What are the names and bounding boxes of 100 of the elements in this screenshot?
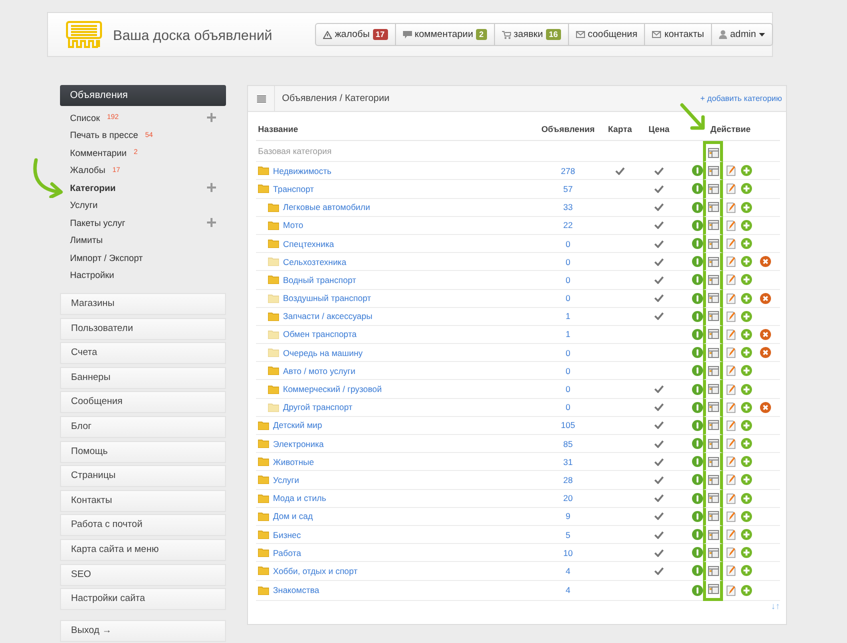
add-icon[interactable] — [741, 274, 752, 286]
add-icon[interactable] — [741, 238, 752, 250]
nav-button[interactable]: жалобы 17 — [316, 24, 395, 45]
edit-icon[interactable] — [726, 220, 737, 231]
table-icon[interactable] — [708, 220, 718, 230]
sidebar-link[interactable]: Категории — [70, 182, 116, 193]
add-icon[interactable] — [741, 202, 752, 213]
edit-icon[interactable] — [726, 384, 737, 395]
add-icon[interactable] — [741, 492, 752, 504]
listing-count[interactable]: 0 — [566, 238, 570, 249]
add-icon[interactable] — [741, 529, 752, 540]
table-icon[interactable] — [708, 530, 718, 540]
table-icon[interactable] — [708, 511, 718, 522]
edit-icon[interactable] — [726, 510, 737, 522]
category-link[interactable]: Детский мир — [273, 420, 322, 430]
table-icon[interactable] — [708, 274, 718, 285]
add-icon[interactable] — [741, 565, 752, 576]
table-icon[interactable] — [708, 474, 718, 485]
edit-icon[interactable] — [726, 474, 737, 486]
info-icon[interactable] — [692, 474, 703, 486]
add-icon[interactable] — [741, 474, 752, 486]
table-icon[interactable] — [708, 384, 718, 394]
info-icon[interactable] — [692, 165, 703, 176]
add-icon[interactable] — [741, 510, 752, 522]
edit-icon[interactable] — [726, 547, 737, 558]
category-link[interactable]: Авто / мото услуги — [283, 366, 356, 376]
table-icon[interactable] — [708, 548, 718, 558]
category-link[interactable]: Спецтехника — [283, 238, 334, 249]
listing-count[interactable]: 9 — [566, 511, 570, 522]
add-icon[interactable] — [741, 384, 752, 395]
info-icon[interactable] — [692, 310, 703, 322]
sidebar-menu-item[interactable]: Сообщения — [60, 391, 226, 414]
table-icon[interactable] — [708, 311, 718, 322]
edit-icon[interactable] — [726, 438, 737, 450]
listing-count[interactable]: 10 — [563, 548, 573, 558]
edit-icon[interactable] — [726, 310, 737, 322]
listing-count[interactable]: 5 — [566, 530, 570, 540]
table-icon[interactable] — [708, 438, 718, 449]
add-icon[interactable] — [741, 420, 752, 431]
edit-icon[interactable] — [726, 365, 737, 376]
table-icon[interactable] — [708, 148, 718, 158]
category-link[interactable]: Запчасти / аксессуары — [283, 311, 372, 322]
add-icon[interactable] — [741, 365, 752, 376]
listing-count[interactable]: 20 — [563, 493, 573, 504]
info-icon[interactable] — [692, 584, 703, 596]
sidebar-menu-item[interactable]: Карта сайта и меню — [60, 538, 226, 561]
edit-icon[interactable] — [726, 529, 737, 540]
info-icon[interactable] — [692, 238, 703, 250]
listing-count[interactable]: 31 — [563, 456, 573, 467]
add-category-link[interactable]: + добавить категорию — [700, 94, 782, 103]
table-icon[interactable] — [708, 456, 718, 467]
sidebar-menu-item[interactable]: Пользователи — [60, 318, 226, 340]
sidebar-menu-item[interactable]: Счета — [60, 342, 226, 364]
nav-button[interactable]: admin — [711, 24, 772, 45]
category-link[interactable]: Мото — [283, 220, 304, 230]
listing-count[interactable]: 278 — [560, 166, 576, 176]
sidebar-menu-item[interactable]: Магазины — [60, 293, 226, 315]
info-icon[interactable] — [692, 202, 703, 213]
sidebar-menu-item[interactable]: Баннеры — [60, 366, 226, 389]
add-icon[interactable] — [741, 310, 752, 322]
add-icon[interactable] — [741, 584, 752, 596]
sidebar-menu-item[interactable]: Настройки сайта — [60, 588, 226, 610]
sidebar-link[interactable]: Печать в прессе — [70, 130, 138, 140]
category-link[interactable]: Дом и сад — [273, 511, 313, 522]
info-icon[interactable] — [692, 529, 703, 540]
listing-count[interactable]: 33 — [563, 202, 573, 212]
edit-icon[interactable] — [726, 274, 737, 286]
add-icon[interactable] — [741, 165, 752, 176]
category-link[interactable]: Электроника — [273, 438, 324, 449]
section-header[interactable]: Объявления — [60, 85, 226, 106]
category-link[interactable]: Бизнес — [273, 530, 301, 540]
sidebar-menu-item[interactable]: Блог — [60, 416, 226, 438]
listing-count[interactable]: 0 — [566, 384, 570, 394]
category-link[interactable]: Работа — [273, 548, 302, 558]
sidebar-link[interactable]: Жалобы — [70, 165, 106, 176]
sidebar-link[interactable]: Лимиты — [70, 235, 103, 246]
listing-count[interactable]: 0 — [566, 366, 570, 376]
add-icon[interactable] — [741, 220, 752, 231]
table-icon[interactable] — [708, 238, 718, 249]
edit-icon[interactable] — [726, 420, 737, 431]
sidebar-menu-item[interactable]: Работа с почтой — [60, 514, 226, 536]
category-link[interactable]: Знакомства — [273, 585, 320, 596]
table-icon[interactable] — [708, 493, 718, 504]
nav-button[interactable]: сообщения — [568, 24, 644, 45]
listing-count[interactable]: 0 — [566, 274, 570, 285]
info-icon[interactable] — [692, 365, 703, 376]
sidebar-menu-item[interactable]: Страницы — [60, 465, 226, 488]
category-link[interactable]: Услуги — [273, 474, 300, 485]
table-icon[interactable] — [708, 202, 718, 212]
listing-count[interactable]: 4 — [566, 566, 570, 576]
sidebar-link[interactable]: Пакеты услуг — [70, 218, 126, 228]
edit-icon[interactable] — [726, 565, 737, 576]
listing-count[interactable]: 57 — [563, 184, 573, 194]
listing-count[interactable]: 22 — [563, 220, 573, 230]
listing-count[interactable]: 4 — [566, 585, 570, 596]
info-icon[interactable] — [692, 565, 703, 576]
listing-count[interactable]: 105 — [560, 420, 576, 430]
listing-count[interactable]: 28 — [563, 474, 573, 485]
edit-icon[interactable] — [726, 456, 737, 468]
add-icon[interactable] — [741, 547, 752, 558]
